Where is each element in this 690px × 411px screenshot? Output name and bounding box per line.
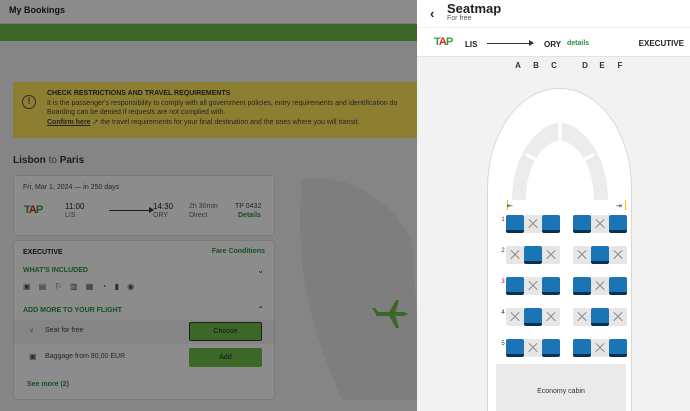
seat-2C-occupied — [542, 246, 560, 264]
header-divider — [417, 27, 690, 28]
seat-5B-occupied — [524, 339, 542, 357]
seat-2B-available[interactable] — [524, 246, 542, 264]
seat-1D-available[interactable] — [573, 215, 591, 233]
seat-3C-available[interactable] — [542, 277, 560, 295]
seat-2A-occupied — [506, 246, 524, 264]
seat-2E-available[interactable] — [591, 246, 609, 264]
column-letter: A — [515, 61, 521, 70]
destination-code: ORY — [544, 40, 562, 49]
seat-1B-occupied — [524, 215, 542, 233]
cabin-class: EXECUTIVE — [638, 39, 684, 48]
seat-3B-occupied — [524, 277, 542, 295]
seat-5F-available[interactable] — [609, 339, 627, 357]
column-letter: C — [551, 61, 557, 70]
seat-3D-available[interactable] — [573, 277, 591, 295]
seat-4D-occupied — [573, 308, 591, 326]
seat-4B-available[interactable] — [524, 308, 542, 326]
seatmap-header: ‹ Seatmap For free TAP LIS ORY details E… — [417, 0, 690, 57]
seat-3A-available[interactable] — [506, 277, 524, 295]
column-letter: B — [533, 61, 539, 70]
seat-1E-occupied — [591, 215, 609, 233]
airline-logo: TAP — [434, 36, 453, 48]
seatmap-title: Seatmap — [447, 1, 502, 16]
seat-5A-available[interactable] — [506, 339, 524, 357]
seatmap-panel: ‹ Seatmap For free TAP LIS ORY details E… — [417, 0, 690, 411]
seat-4C-occupied — [542, 308, 560, 326]
seat-3F-available[interactable] — [609, 277, 627, 295]
economy-cabin: Economy cabin — [496, 364, 626, 411]
origin-code: LIS — [465, 40, 478, 49]
seat-5E-occupied — [591, 339, 609, 357]
seat-4E-available[interactable] — [591, 308, 609, 326]
exit-right-icon: ⇥ — [616, 203, 622, 210]
seat-2D-occupied — [573, 246, 591, 264]
exit-marker — [625, 200, 626, 210]
arrow-right-icon — [487, 40, 534, 46]
column-letter: D — [582, 61, 588, 70]
seat-1F-available[interactable] — [609, 215, 627, 233]
seat-4F-occupied — [609, 308, 627, 326]
seat-5C-available[interactable] — [542, 339, 560, 357]
column-letter: F — [617, 61, 623, 70]
economy-cabin-label: Economy cabin — [537, 388, 585, 395]
column-letter: E — [599, 61, 605, 70]
seat-3E-occupied — [591, 277, 609, 295]
seat-1A-available[interactable] — [506, 215, 524, 233]
seat-4A-occupied — [506, 308, 524, 326]
back-arrow-icon[interactable]: ‹ — [430, 6, 434, 21]
seat-1C-available[interactable] — [542, 215, 560, 233]
cockpit-window-icon — [512, 122, 608, 200]
seatmap-subtitle: For free — [447, 15, 472, 22]
seat-5D-available[interactable] — [573, 339, 591, 357]
modal-overlay[interactable] — [0, 0, 420, 411]
seat-2F-occupied — [609, 246, 627, 264]
flight-details-link[interactable]: details — [567, 40, 589, 47]
exit-left-icon: ⇤ — [507, 203, 513, 210]
